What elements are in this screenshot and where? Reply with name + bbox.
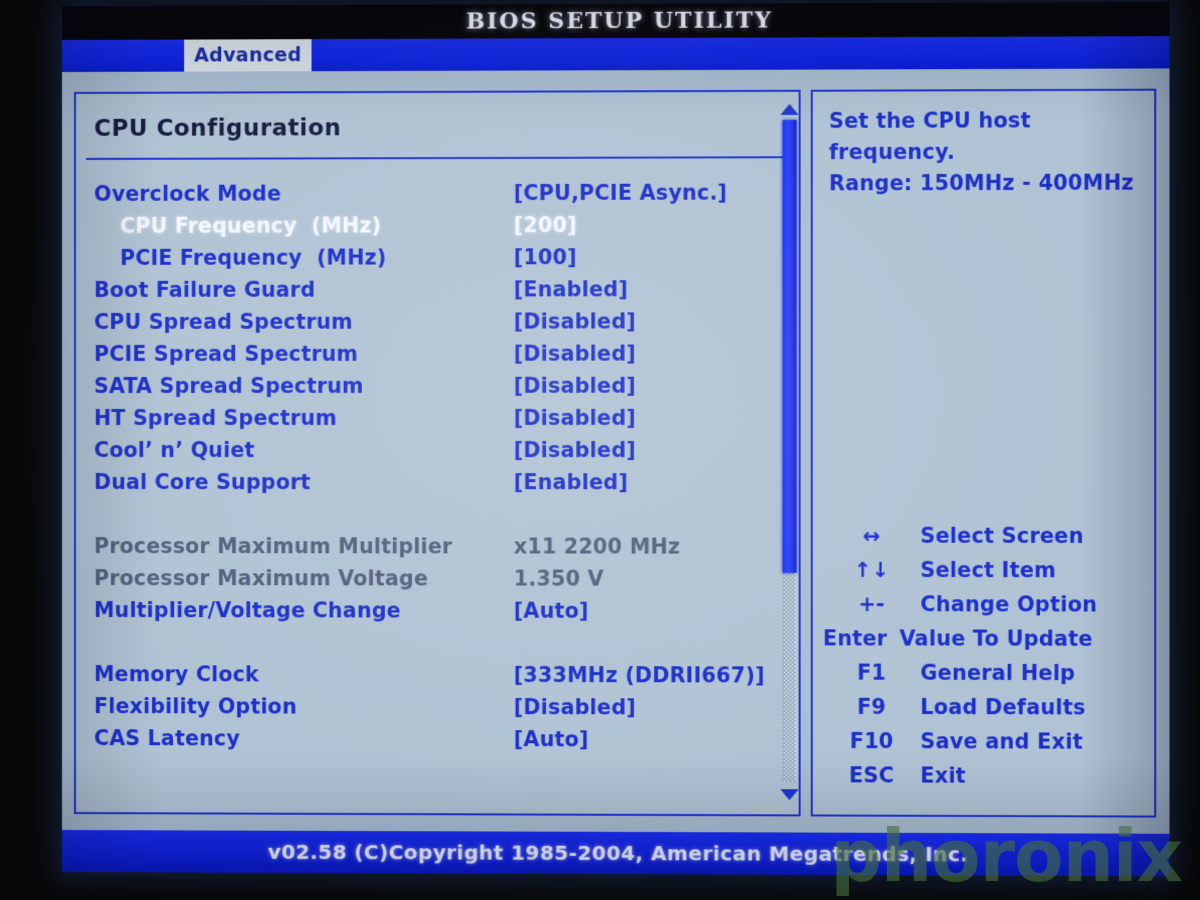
settings-row-value[interactable]: [200] — [514, 213, 789, 237]
key-legend: ↔ Select Screen ↑↓ Select Item +- Change Opti… — [823, 519, 1144, 794]
key-legend-key: ↑↓ — [853, 557, 890, 583]
settings-row[interactable]: Overclock Mode [CPU,PCIE Async.] — [94, 176, 788, 210]
settings-row-label: PCIE Spread Spectrum — [94, 341, 359, 366]
settings-row-label: Boot Failure Guard — [94, 277, 316, 302]
settings-row-value[interactable]: [Disabled] — [514, 309, 789, 333]
key-legend-item: ESC Exit — [823, 758, 1144, 793]
settings-row-value: 1.350 V — [513, 566, 604, 591]
settings-row-value[interactable]: [Enabled] — [514, 470, 789, 494]
tab-advanced[interactable]: Advanced — [184, 39, 312, 72]
key-legend-description: General Help — [920, 660, 1076, 686]
settings-panel: CPU Configuration Overclock Mode [CPU,PCI… — [73, 89, 802, 817]
settings-row-label: Cool’ n’ Quiet — [94, 437, 255, 463]
setup-body: CPU Configuration Overclock Mode [CPU,PCI… — [62, 86, 1170, 834]
key-legend-description: Save and Exit — [920, 729, 1083, 754]
section-divider — [86, 156, 791, 160]
key-legend-item: +- Change Option — [823, 587, 1144, 622]
key-legend-item: ↑↓ Select Item — [823, 553, 1144, 588]
settings-row-selected[interactable]: CPU Frequency (MHz) [200] — [94, 209, 788, 242]
help-text: Set the CPU host frequency. Range: 150MH… — [829, 108, 1134, 196]
key-legend-item: F9 Load Defaults — [823, 690, 1144, 725]
key-legend-key: F1 — [857, 660, 887, 685]
settings-row-label: CAS Latency — [94, 726, 240, 751]
settings-row-value[interactable]: [Disabled] — [514, 695, 789, 720]
footer-bar: v02.58 (C)Copyright 1985-2004, American … — [62, 830, 1170, 877]
key-legend-description: Select Item — [920, 557, 1057, 583]
settings-row-label: PCIE Frequency (MHz) — [120, 245, 387, 270]
settings-row-value[interactable]: [Enabled] — [514, 277, 789, 301]
settings-row-label: Overclock Mode — [94, 181, 282, 206]
tab-advanced-label: Advanced — [194, 44, 302, 67]
settings-row-label: Dual Core Support — [94, 470, 311, 495]
key-legend-description: Value To Update — [899, 626, 1093, 651]
page-title: BIOS SETUP UTILITY — [466, 7, 773, 35]
settings-row-label: Multiplier/Voltage Change — [94, 598, 401, 623]
settings-row: Processor Maximum Multiplier x11 2200 MHz — [94, 530, 788, 563]
settings-row-spacer — [94, 498, 788, 531]
settings-row-label: SATA Spread Spectrum — [94, 373, 364, 398]
settings-row-value[interactable]: [CPU,PCIE Async.] — [514, 180, 789, 206]
settings-row-label: CPU Frequency (MHz) — [120, 213, 382, 238]
triangle-up-icon[interactable] — [780, 103, 799, 115]
key-legend-item: ↔ Select Screen — [823, 519, 1144, 554]
settings-row-value[interactable]: [Auto] — [514, 727, 789, 752]
settings-row[interactable]: PCIE Frequency (MHz) [100] — [94, 241, 788, 274]
settings-row-label: Flexibility Option — [94, 694, 297, 719]
monitor-bezel: BIOS SETUP UTILITY Advanced CPU Configur… — [0, 0, 1200, 900]
settings-row[interactable]: Flexibility Option [Disabled] — [94, 690, 788, 724]
settings-row-label: HT Spread Spectrum — [94, 405, 337, 430]
key-legend-description: Exit — [920, 763, 966, 788]
settings-row[interactable]: SATA Spread Spectrum [Disabled] — [94, 370, 788, 402]
settings-row-value[interactable]: [Disabled] — [514, 406, 789, 430]
settings-row[interactable]: Memory Clock [333MHz (DDRII667)] — [94, 658, 788, 692]
key-legend-description: Load Defaults — [920, 694, 1086, 720]
title-bar: BIOS SETUP UTILITY — [62, 1, 1170, 41]
settings-row-label: CPU Spread Spectrum — [94, 309, 353, 334]
settings-row-value[interactable]: [333MHz (DDRII667)] — [514, 663, 789, 688]
menu-bar[interactable]: Advanced — [62, 36, 1170, 72]
settings-row-label: Processor Maximum Voltage — [94, 566, 429, 591]
key-legend-key: F10 — [849, 728, 894, 754]
key-legend-key: ↔ — [862, 523, 881, 548]
key-legend-key: F9 — [857, 694, 887, 719]
settings-row-label: Processor Maximum Multiplier — [94, 534, 453, 559]
menu-bar-spacer — [62, 40, 184, 72]
settings-row-value: x11 2200 MHz — [513, 534, 681, 559]
key-legend-item: F10 Save and Exit — [823, 724, 1144, 759]
settings-row-value[interactable]: [Auto] — [514, 599, 789, 624]
settings-row[interactable]: Multiplier/Voltage Change [Auto] — [94, 594, 788, 627]
settings-row[interactable]: CAS Latency [Auto] — [94, 722, 788, 756]
settings-row-value[interactable]: [100] — [514, 245, 789, 269]
help-panel: Set the CPU host frequency. Range: 150MH… — [810, 88, 1157, 818]
scrollbar-thumb[interactable] — [782, 119, 797, 573]
key-legend-description: Change Option — [920, 592, 1098, 617]
settings-row[interactable]: Boot Failure Guard [Enabled] — [94, 273, 788, 306]
settings-scrollbar[interactable] — [776, 100, 802, 805]
section-title: CPU Configuration — [94, 115, 342, 142]
key-legend-description: Select Screen — [920, 523, 1084, 548]
settings-list: Overclock Mode [CPU,PCIE Async.] CPU Frequ… — [94, 176, 788, 756]
settings-row-spacer — [94, 626, 788, 659]
copyright-text: v02.58 (C)Copyright 1985-2004, American … — [267, 839, 969, 867]
key-legend-key: ESC — [849, 763, 895, 788]
settings-row-value[interactable]: [Disabled] — [514, 438, 789, 462]
key-legend-key: Enter — [822, 626, 888, 651]
bios-screen: BIOS SETUP UTILITY Advanced CPU Configur… — [62, 1, 1170, 877]
key-legend-key: +- — [858, 592, 885, 617]
settings-row[interactable]: Dual Core Support [Enabled] — [94, 466, 788, 498]
key-legend-item: F1 General Help — [823, 655, 1144, 690]
key-legend-item: Enter Value To Update — [823, 621, 1144, 656]
settings-row-value[interactable]: [Disabled] — [514, 341, 789, 366]
settings-row: Processor Maximum Voltage 1.350 V — [94, 562, 788, 595]
settings-row[interactable]: HT Spread Spectrum [Disabled] — [94, 402, 788, 434]
settings-row[interactable]: PCIE Spread Spectrum [Disabled] — [94, 337, 788, 370]
triangle-down-icon[interactable] — [780, 789, 799, 801]
settings-row[interactable]: CPU Spread Spectrum [Disabled] — [94, 305, 788, 338]
settings-row-value[interactable]: [Disabled] — [514, 374, 789, 398]
settings-row[interactable]: Cool’ n’ Quiet [Disabled] — [94, 434, 788, 466]
settings-row-label: Memory Clock — [94, 662, 260, 687]
